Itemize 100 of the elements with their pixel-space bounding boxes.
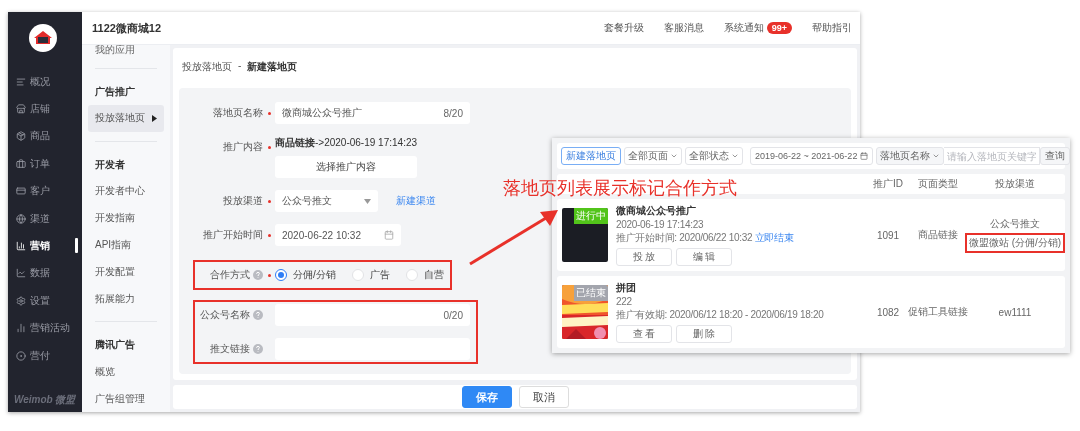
text-field[interactable]: 0/20 bbox=[275, 304, 470, 326]
new-page-button[interactable]: 新建落地页 bbox=[561, 147, 621, 165]
field-label: 推广内容 bbox=[223, 140, 263, 154]
page-title: 微商城公众号推广 bbox=[616, 204, 697, 218]
schedule-text: 推广开始时间: 2020/06/22 10:32 立即结束 bbox=[616, 231, 795, 245]
choose-content-button[interactable]: 选择推广内容 bbox=[275, 156, 418, 178]
row-action-button[interactable]: 编 辑 bbox=[676, 248, 732, 266]
row-detail-text: 2020-06-19 17:14:23 bbox=[616, 219, 705, 230]
breadcrumb-link[interactable]: 投放落地页 bbox=[182, 60, 232, 88]
caret-icon bbox=[152, 114, 157, 122]
subnav-item[interactable]: 拓展能力 bbox=[88, 285, 164, 313]
chevron-icon bbox=[670, 152, 678, 160]
page-type-text: 促销工具链接 bbox=[908, 305, 968, 319]
field-label: 合作方式 bbox=[210, 268, 250, 282]
nav-item[interactable]: 店铺 bbox=[8, 95, 82, 123]
header-link[interactable]: 客服消息 bbox=[663, 21, 704, 35]
subnav-item[interactable]: API指南 bbox=[88, 231, 164, 259]
text-field[interactable]: 微商城公众号推广 8/20 bbox=[275, 102, 470, 124]
header-link[interactable]: 系统通知 99+ bbox=[723, 21, 792, 35]
column-header: 推广ID bbox=[872, 177, 904, 191]
briefcase-icon bbox=[16, 158, 26, 169]
circle-dot-icon bbox=[16, 350, 26, 361]
nav-item[interactable]: 渠道 bbox=[8, 204, 82, 233]
help-icon[interactable] bbox=[253, 310, 263, 320]
breadcrumb-separator: - bbox=[238, 60, 242, 73]
nav-item[interactable]: 商品 bbox=[8, 122, 82, 151]
nav-item[interactable]: 设置 bbox=[8, 287, 82, 315]
store-icon bbox=[16, 104, 26, 115]
channel-select[interactable]: 公众号推文 bbox=[275, 190, 378, 212]
nav-item[interactable]: 营付 bbox=[8, 341, 82, 370]
id-text: 1082 bbox=[876, 306, 900, 318]
row-action-button[interactable]: 查 看 bbox=[616, 325, 672, 343]
package-icon bbox=[16, 131, 26, 142]
subnav-item[interactable]: 投放落地页 bbox=[88, 104, 164, 132]
brand-logo-text: Weimob 微盟 bbox=[13, 393, 77, 407]
subnav-heading: 腾讯广告 bbox=[94, 338, 136, 353]
field-label: 落地页名称 bbox=[213, 106, 263, 120]
active-indicator bbox=[75, 238, 78, 254]
logo-icon[interactable] bbox=[29, 24, 57, 52]
radio-option[interactable]: 自营 bbox=[405, 268, 444, 282]
save-button[interactable]: 保存 bbox=[461, 386, 512, 408]
schedule-text: 推广有效期: 2020/06/12 18:20 - 2020/06/19 18:20 bbox=[616, 308, 825, 322]
gear-icon bbox=[16, 295, 26, 306]
subnav-item[interactable]: 开发者中心 bbox=[88, 177, 164, 205]
date-field[interactable]: 2020-06-22 10:32 bbox=[275, 224, 401, 246]
annotation-text: 落地页列表展示标记合作方式 bbox=[503, 177, 737, 200]
nav-item[interactable]: 客户 bbox=[8, 177, 82, 205]
end-now-link[interactable]: 立即结束 bbox=[754, 232, 794, 243]
query-button[interactable]: 查询 bbox=[1040, 147, 1071, 165]
channel-note: 微盟微站 (分佣/分销) bbox=[964, 233, 1066, 253]
subnav-item[interactable]: 我的应用 bbox=[88, 45, 164, 59]
row-action-button[interactable]: 删 除 bbox=[676, 325, 732, 343]
subnav-item[interactable]: 广告组管理 bbox=[88, 385, 164, 412]
nav-item[interactable]: 数据 bbox=[8, 259, 82, 288]
page-title: 拼团 bbox=[616, 281, 637, 295]
radio-option[interactable]: 分佣/分销 bbox=[275, 268, 336, 282]
field-label: 推广开始时间 bbox=[203, 228, 263, 242]
field-label: 公众号名称 bbox=[200, 308, 250, 322]
help-icon[interactable] bbox=[253, 344, 263, 354]
row-detail-text: 222 bbox=[616, 296, 633, 307]
card-icon bbox=[16, 186, 26, 197]
channel-text: 公众号推文 bbox=[990, 217, 1040, 231]
subnav-item[interactable]: 开发配置 bbox=[88, 258, 164, 286]
filter-select[interactable]: 全部状态 bbox=[685, 147, 743, 165]
list-icon bbox=[16, 76, 26, 87]
field-label: 推文链接 bbox=[210, 342, 250, 356]
cancel-button[interactable]: 取消 bbox=[518, 386, 569, 408]
search-type-select[interactable]: 落地页名称 bbox=[876, 147, 945, 165]
subnav-item[interactable]: 开发指南 bbox=[88, 204, 164, 232]
new-channel-link[interactable]: 新建渠道 bbox=[396, 194, 436, 208]
globe-icon bbox=[16, 213, 26, 224]
char-counter: 8/20 bbox=[443, 107, 463, 119]
row-action-button[interactable]: 投 放 bbox=[616, 248, 672, 266]
chevron-icon bbox=[731, 152, 739, 160]
filter-select[interactable]: 全部页面 bbox=[624, 147, 682, 165]
subnav-item[interactable]: 概览 bbox=[88, 358, 164, 386]
date-range-field[interactable]: 2019-06-22 ~ 2021-06-22 bbox=[750, 147, 874, 165]
shop-title: 1122微商城12 bbox=[92, 20, 162, 36]
radio-option[interactable]: 广告 bbox=[351, 268, 390, 282]
channel-text: ew1111 bbox=[998, 306, 1032, 318]
header-link[interactable]: 帮助指引 bbox=[812, 21, 852, 35]
id-text: 1091 bbox=[876, 229, 900, 241]
calendar-icon bbox=[384, 230, 394, 240]
nav-item[interactable]: 营销 bbox=[8, 232, 82, 260]
help-icon[interactable] bbox=[253, 270, 263, 280]
radio-button[interactable] bbox=[275, 269, 287, 281]
breadcrumb-current: 新建落地页 bbox=[247, 60, 298, 74]
subnav-heading: 开发者 bbox=[94, 157, 126, 172]
status-badge: 已结束 bbox=[574, 285, 608, 301]
bar-chart-icon bbox=[16, 241, 26, 252]
notification-badge: 99+ bbox=[766, 22, 792, 34]
nav-item[interactable]: 营销活动 bbox=[8, 314, 82, 342]
calendar-icon bbox=[860, 152, 869, 160]
nav-item[interactable]: 订单 bbox=[8, 150, 82, 178]
search-field[interactable]: 请输入落地页关键字 bbox=[944, 147, 1041, 165]
nav-item[interactable]: 概况 bbox=[8, 68, 82, 96]
field-label: 投放渠道 bbox=[223, 194, 263, 208]
header-link[interactable]: 套餐升级 bbox=[603, 21, 644, 35]
subnav-heading: 广告推广 bbox=[94, 84, 136, 99]
bar-chart-icon bbox=[16, 323, 26, 334]
